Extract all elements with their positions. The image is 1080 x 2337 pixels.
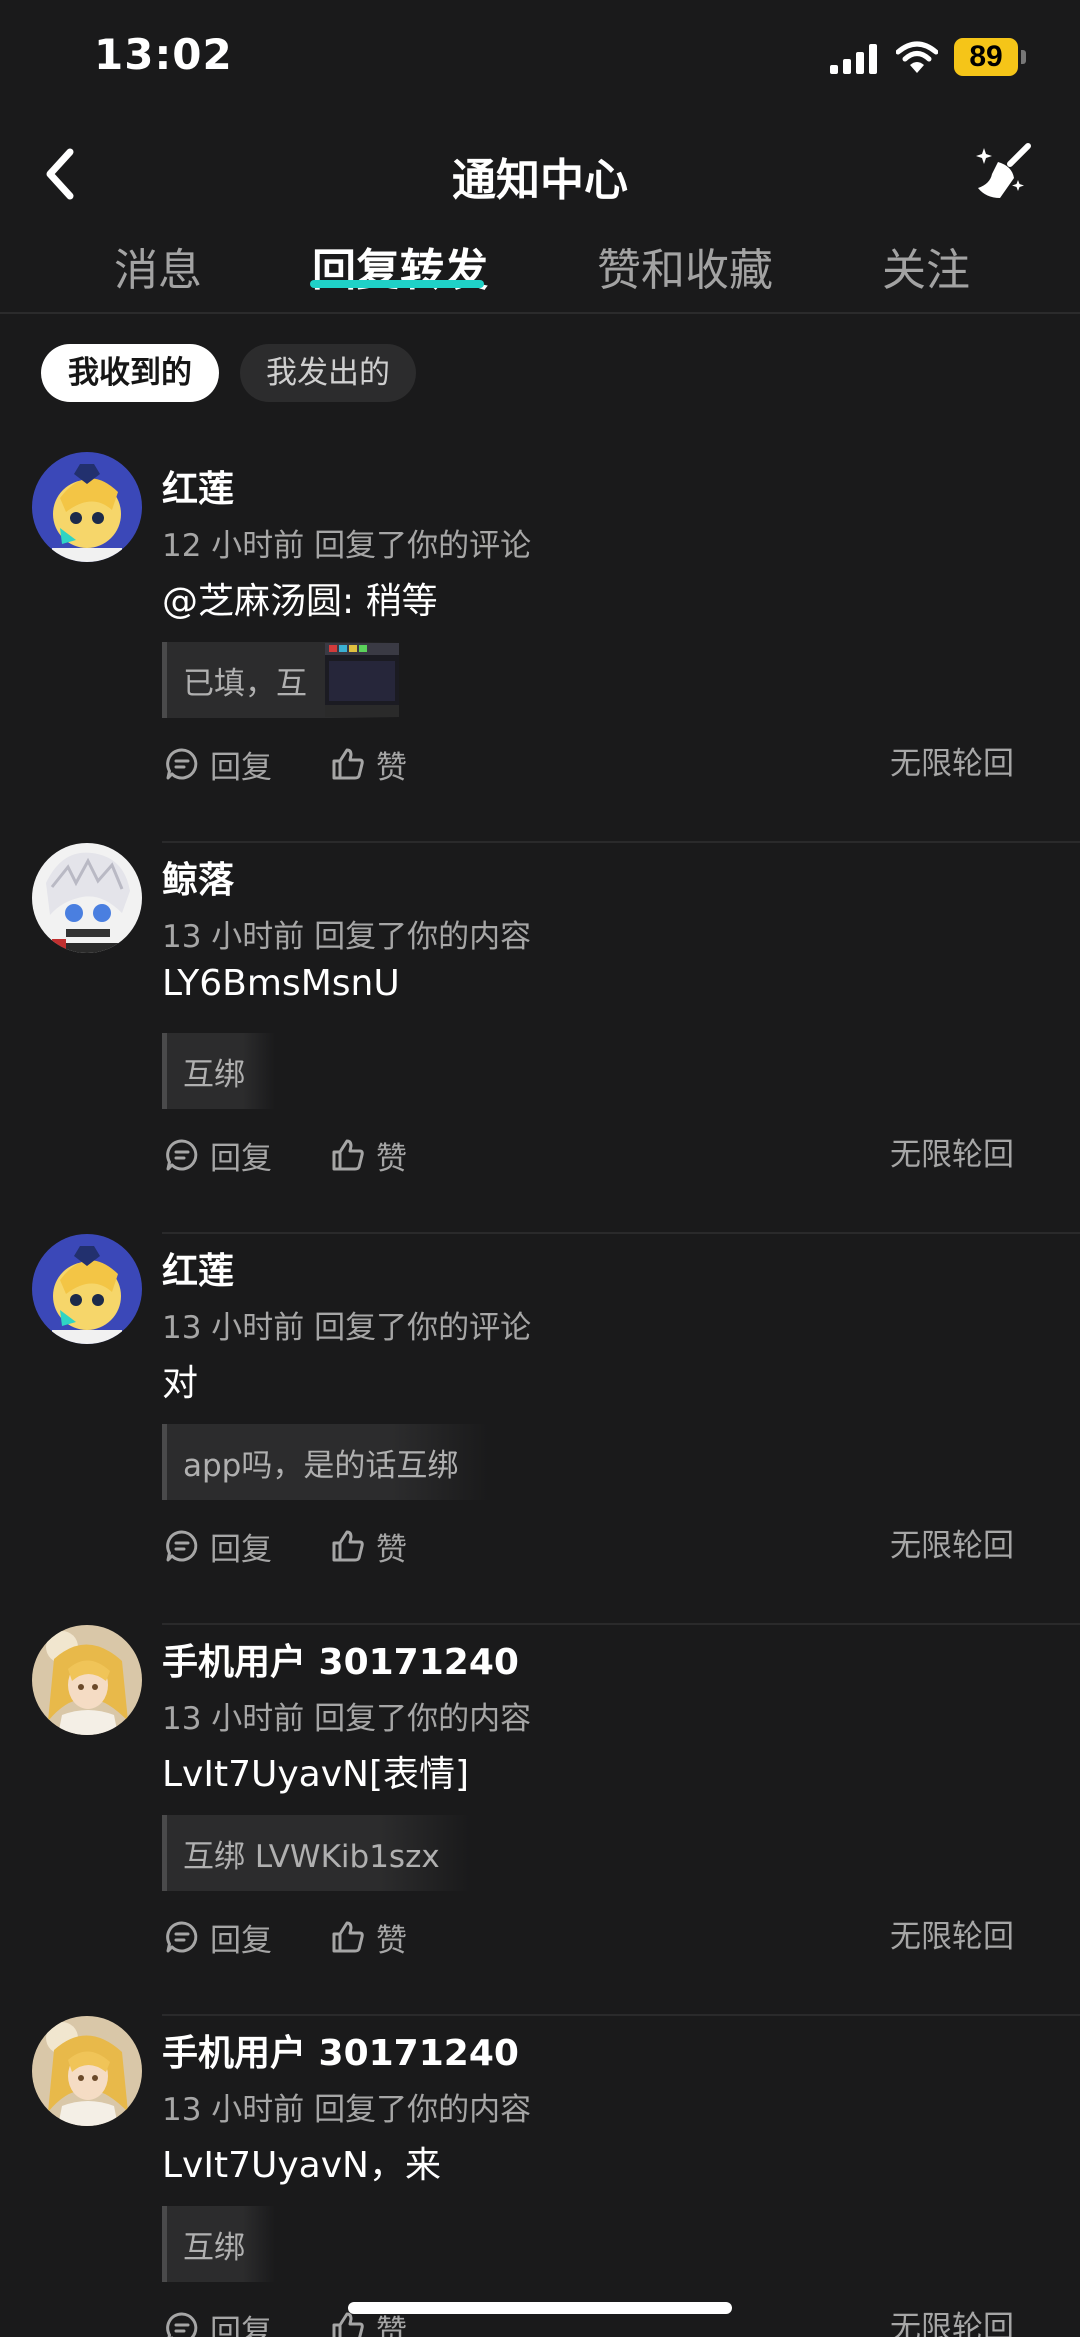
username[interactable]: 手机用户 30171240: [162, 2024, 519, 2076]
avatar-image: [32, 452, 142, 562]
reply-button[interactable]: 回复: [164, 1524, 272, 1568]
comment-icon: [166, 2312, 198, 2337]
reply-content[interactable]: LvIt7UyavN[表情]: [162, 1745, 469, 1797]
notification-meta: 13 小时前 回复了你的内容: [162, 919, 532, 955]
comment-icon: [166, 1921, 198, 1953]
reply-button[interactable]: 回复: [164, 2306, 272, 2337]
like-button[interactable]: 赞: [330, 742, 407, 786]
avatar[interactable]: [32, 2016, 142, 2126]
username[interactable]: 鲸落: [162, 851, 234, 903]
thumbs-up-icon: [332, 1139, 364, 1171]
source-game-name[interactable]: 无限轮回: [890, 1133, 1014, 1177]
reply-label: 回复: [210, 1140, 272, 1177]
tab-bar: 消息 回复转发 赞和收藏 关注: [0, 230, 1080, 312]
quoted-comment[interactable]: 互绑: [162, 1033, 275, 1109]
like-label: 赞: [376, 1922, 407, 1959]
notification-item[interactable]: 红莲 13 小时前 回复了你的评论 对 app吗，是的话互绑 回复 赞 无限轮回: [0, 1234, 1080, 1625]
source-game-name[interactable]: 无限轮回: [890, 2306, 1014, 2337]
header: 通知中心: [0, 120, 1080, 230]
username[interactable]: 红莲: [162, 1242, 234, 1294]
tabs-divider: [0, 312, 1080, 314]
reply-button[interactable]: 回复: [164, 1915, 272, 1959]
thumbs-up-icon: [332, 1530, 364, 1562]
page-title: 通知中心: [452, 155, 628, 206]
battery-indicator: 89: [954, 38, 1026, 76]
quoted-comment[interactable]: 互绑: [162, 2206, 275, 2282]
quoted-image-thumbnail[interactable]: [325, 643, 399, 717]
broom-sparkle-icon: [976, 143, 1031, 198]
comment-icon: [166, 748, 198, 780]
tab-follows[interactable]: 关注: [882, 234, 970, 298]
avatar[interactable]: [32, 452, 142, 562]
filter-sent-chip[interactable]: 我发出的: [240, 344, 416, 402]
reply-label: 回复: [210, 749, 272, 786]
quoted-text: app吗，是的话互绑: [183, 1447, 459, 1484]
reply-button[interactable]: 回复: [164, 1133, 272, 1177]
avatar[interactable]: [32, 843, 142, 953]
username[interactable]: 红莲: [162, 460, 234, 512]
reply-label: 回复: [210, 1531, 272, 1568]
battery-level: 89: [954, 38, 1018, 76]
avatar-image: [32, 1625, 142, 1735]
notification-meta: 13 小时前 回复了你的内容: [162, 2092, 532, 2128]
quoted-comment[interactable]: 已填，互: [162, 642, 399, 718]
thumbs-up-icon: [332, 748, 364, 780]
like-button[interactable]: 赞: [330, 1524, 407, 1568]
notification-item[interactable]: 红莲 12 小时前 回复了你的评论 @芝麻汤圆: 稍等 已填，互 回复 赞 无限…: [0, 452, 1080, 843]
source-game-name[interactable]: 无限轮回: [890, 1524, 1014, 1568]
cellular-signal-icon: [830, 44, 877, 74]
wifi-icon: [896, 41, 938, 73]
comment-icon: [166, 1139, 198, 1171]
reply-content[interactable]: @芝麻汤圆: 稍等: [162, 572, 438, 624]
filter-received-chip[interactable]: 我收到的: [41, 344, 219, 402]
notification-meta: 13 小时前 回复了你的评论: [162, 1310, 532, 1346]
reply-content[interactable]: 对: [162, 1354, 198, 1406]
username[interactable]: 手机用户 30171240: [162, 1633, 519, 1685]
thumbs-up-icon: [332, 2312, 364, 2337]
avatar-image: [32, 1234, 142, 1344]
avatar-image: [32, 843, 142, 953]
avatar[interactable]: [32, 1234, 142, 1344]
quoted-comment[interactable]: app吗，是的话互绑: [162, 1424, 489, 1500]
comment-icon: [166, 1530, 198, 1562]
quoted-text: 互绑 LVWKib1szx: [183, 1838, 440, 1875]
thumbs-up-icon: [332, 1921, 364, 1953]
notification-item[interactable]: 手机用户 30171240 13 小时前 回复了你的内容 LvIt7UyavN，…: [0, 2016, 1080, 2337]
battery-tip: [1021, 50, 1026, 64]
source-game-name[interactable]: 无限轮回: [890, 742, 1014, 786]
quoted-text: 互绑: [183, 1056, 245, 1093]
notification-meta: 13 小时前 回复了你的内容: [162, 1701, 532, 1737]
notification-center-screen: 13:02 89 通知中心 消息 回复转发 赞和收藏 关注 我收到的 我发出的 …: [0, 0, 1080, 2337]
like-button[interactable]: 赞: [330, 1915, 407, 1959]
like-label: 赞: [376, 749, 407, 786]
active-tab-indicator: [310, 280, 484, 288]
reply-button[interactable]: 回复: [164, 742, 272, 786]
tab-replies-forwards[interactable]: 回复转发: [312, 234, 488, 298]
reply-content[interactable]: LY6BmsMsnU: [162, 963, 400, 1004]
quoted-text: 互绑: [183, 2229, 245, 2266]
source-game-name[interactable]: 无限轮回: [890, 1915, 1014, 1959]
status-bar: 13:02 89: [0, 0, 1080, 120]
quoted-text: 已填，互: [183, 665, 307, 702]
notification-meta: 12 小时前 回复了你的评论: [162, 528, 532, 564]
reply-content[interactable]: LvIt7UyavN，来: [162, 2136, 441, 2188]
quoted-comment[interactable]: 互绑 LVWKib1szx: [162, 1815, 470, 1891]
tab-likes-favorites[interactable]: 赞和收藏: [597, 234, 773, 298]
notification-item[interactable]: 手机用户 30171240 13 小时前 回复了你的内容 LvIt7UyavN[…: [0, 1625, 1080, 2016]
home-indicator[interactable]: [348, 2302, 732, 2314]
avatar[interactable]: [32, 1625, 142, 1735]
thumbnail-image: [325, 643, 399, 717]
reply-label: 回复: [210, 1922, 272, 1959]
notification-item[interactable]: 鲸落 13 小时前 回复了你的内容 LY6BmsMsnU 互绑 回复 赞 无限轮…: [0, 843, 1080, 1234]
avatar-image: [32, 2016, 142, 2126]
clear-notifications-button[interactable]: [970, 140, 1034, 204]
reply-label: 回复: [210, 2313, 272, 2337]
like-label: 赞: [376, 1531, 407, 1568]
like-button[interactable]: 赞: [330, 1133, 407, 1177]
status-time: 13:02: [94, 30, 233, 79]
like-label: 赞: [376, 1140, 407, 1177]
tab-messages[interactable]: 消息: [114, 234, 202, 298]
